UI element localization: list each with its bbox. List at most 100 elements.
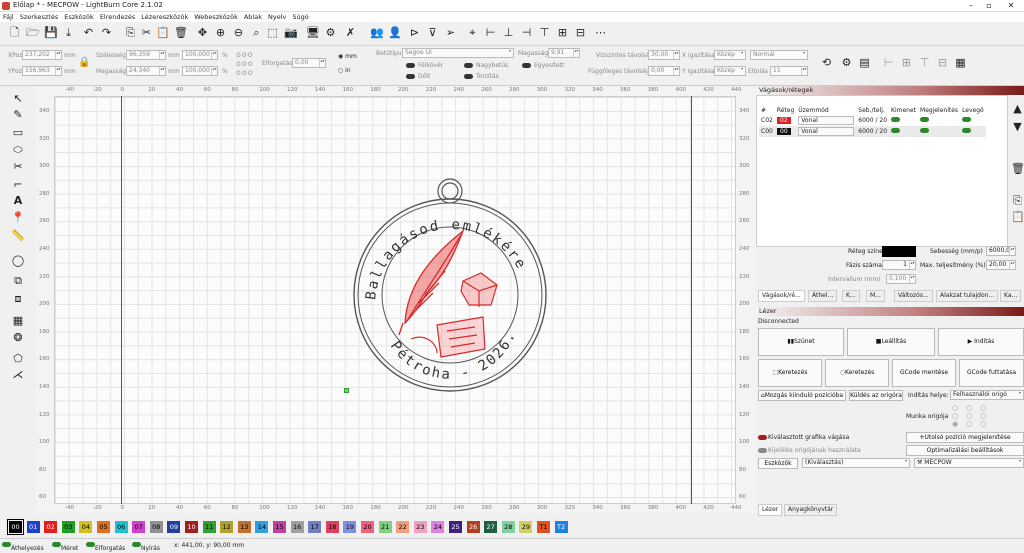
palette-swatch-06[interactable]: 06 — [114, 521, 128, 533]
offset-field[interactable]: 11 ▴▾ — [770, 66, 808, 76]
delete-icon[interactable]: 🗑 — [174, 26, 188, 39]
palette-swatch-28[interactable]: 28 — [501, 521, 515, 533]
flip-horizontal-icon[interactable]: ⊳ — [408, 26, 421, 39]
home-button[interactable]: ⌂Mozgás kiinduló pozícióba — [758, 390, 846, 401]
circular-array-icon[interactable]: ❂ — [11, 331, 25, 345]
palette-swatch-02[interactable]: 02 — [44, 521, 58, 533]
valign-select[interactable]: Közép ▾ — [714, 66, 746, 76]
menu-language[interactable]: Nyelv — [265, 12, 289, 22]
minimize-button[interactable]: – — [964, 1, 978, 10]
open-file-icon[interactable]: 🗁 — [26, 26, 40, 39]
output-toggle[interactable] — [891, 128, 901, 133]
palette-swatch-13[interactable]: 13 — [237, 521, 251, 533]
rotate-field[interactable]: 0,00 ▴▾ — [292, 58, 326, 68]
layer-swatch[interactable]: 02 — [776, 117, 791, 124]
palette-swatch-23[interactable]: 23 — [413, 521, 427, 533]
start-from-select[interactable]: Felhasználói origó ▾ — [950, 390, 1024, 400]
palette-swatch-08[interactable]: 08 — [149, 521, 163, 533]
move-up-icon[interactable]: ▲ — [1011, 102, 1024, 115]
height-field[interactable]: 24,340 ▴▾ — [126, 66, 166, 76]
bold-toggle[interactable] — [406, 63, 415, 68]
palette-swatch-10[interactable]: 10 — [185, 521, 198, 533]
monitor-icon[interactable]: 🖥 — [306, 26, 320, 39]
table-row[interactable]: C00 00 Vonal 6000 / 20 — [759, 126, 986, 137]
move-toggle[interactable]: Áthelyezés — [2, 542, 44, 552]
boolean-union-icon[interactable]: ⧉ — [11, 274, 25, 288]
offset-shape-icon[interactable]: ◯ — [11, 254, 25, 268]
zoom-selection-icon[interactable]: ⬚ — [266, 26, 279, 39]
align-top-icon[interactable]: ⊤ — [538, 26, 551, 39]
table-row[interactable]: C02 02 Vonal 6000 / 20 — [759, 115, 986, 126]
palette-swatch-T1[interactable]: T1 — [537, 521, 550, 533]
work-canvas[interactable]: Ballagásod emlékére Pétroha - 2026. — [54, 96, 736, 504]
weld-toggle[interactable] — [522, 63, 531, 68]
tab-shape-properties[interactable]: Alakzat tulajdon... — [936, 290, 999, 302]
palette-swatch-18[interactable]: 18 — [325, 521, 339, 533]
palette-swatch-03[interactable]: 03 — [61, 521, 75, 533]
unit-in-radio[interactable]: ○ in — [338, 67, 351, 74]
start-button[interactable]: ▶ Indítás — [938, 328, 1024, 356]
palette-swatch-04[interactable]: 04 — [79, 521, 93, 533]
palette-swatch-29[interactable]: 29 — [519, 521, 533, 533]
tab-cuts-layers[interactable]: Vágások/ré... — [758, 290, 805, 302]
tab-icon[interactable]: ⬠ — [11, 352, 25, 366]
palette-swatch-12[interactable]: 12 — [220, 521, 234, 533]
align-bottom-icon[interactable]: ⊟ — [574, 26, 587, 39]
undo-icon[interactable]: ↶ — [82, 26, 95, 39]
palette-swatch-11[interactable]: 11 — [202, 521, 216, 533]
palette-swatch-14[interactable]: 14 — [255, 521, 269, 533]
settings-icon[interactable]: ⚙ — [324, 26, 337, 39]
tab-variable-text[interactable]: Változós... — [894, 290, 933, 302]
caps-toggle[interactable] — [464, 63, 473, 68]
palette-swatch-09[interactable]: 09 — [167, 521, 181, 533]
text-style-select[interactable]: Normál ▾ — [750, 50, 808, 60]
palette-swatch-22[interactable]: 22 — [396, 521, 410, 533]
line-icon[interactable]: ⌐ — [11, 178, 25, 192]
mode-select[interactable]: Vonal — [798, 127, 855, 136]
font-select[interactable]: Segoe UI ▾ — [402, 48, 514, 58]
menu-file[interactable]: Fájl — [0, 12, 17, 22]
paste-icon[interactable]: 📋 — [156, 26, 170, 39]
copy-icon[interactable]: ⎘ — [124, 26, 137, 39]
speed-field[interactable]: 6000,0 ▴▾ — [986, 246, 1016, 256]
ungroup-icon[interactable]: 👤 — [388, 26, 402, 39]
align-hc-icon[interactable]: ⊞ — [900, 56, 913, 69]
select-tool-icon[interactable]: ↖ — [11, 92, 25, 106]
palette-swatch-27[interactable]: 27 — [484, 521, 498, 533]
frame-circle-button[interactable]: ◌Keretezés — [825, 359, 889, 387]
pause-button[interactable]: ▮▮Szünet — [758, 328, 844, 356]
move-icon[interactable]: ✥ — [196, 26, 209, 39]
layer-color-swatch[interactable] — [882, 246, 916, 257]
layer-icon[interactable]: ▤ — [858, 56, 871, 69]
palette-swatch-25[interactable]: 25 — [449, 521, 462, 533]
paste-layer-icon[interactable]: 📋 — [1011, 210, 1024, 223]
optimization-settings-button[interactable]: Optimalizálási beállítások — [906, 445, 1024, 456]
position-marker-icon[interactable]: 📍 — [11, 211, 25, 225]
output-toggle[interactable] — [891, 117, 901, 122]
save-icon[interactable]: 💾 — [44, 26, 58, 39]
scissors-icon[interactable]: ✂ — [11, 160, 25, 174]
palette-swatch-16[interactable]: 16 — [290, 521, 304, 533]
align-h-icon[interactable]: ⊢ — [882, 56, 895, 69]
trim-icon[interactable]: ⋌ — [11, 368, 25, 382]
align-right-icon[interactable]: ⊣ — [520, 26, 533, 39]
palette-swatch-15[interactable]: 15 — [273, 521, 286, 533]
scale-height-field[interactable]: 100,000 ▴▾ — [182, 66, 218, 76]
interval-field[interactable]: 0,100 ▴▾ — [886, 274, 916, 284]
new-file-icon[interactable]: 🗋 — [8, 26, 21, 39]
rotate-toggle[interactable]: Elforgatás — [86, 542, 125, 552]
palette-swatch-00[interactable]: 00 — [7, 519, 24, 535]
rectangle-icon[interactable]: ▭ — [11, 126, 25, 140]
size-toggle[interactable]: Méret — [52, 542, 78, 552]
tab-ka[interactable]: Ka... — [1000, 290, 1022, 302]
grid-icon[interactable]: ▦ — [954, 56, 967, 69]
unit-mm-radio[interactable]: ◉ mm — [338, 53, 357, 60]
palette-swatch-20[interactable]: 20 — [361, 521, 374, 533]
device-select[interactable]: ⚒ MECPOW ▾ — [914, 458, 1024, 468]
halign-select[interactable]: Közép ▾ — [714, 50, 746, 60]
zoom-in-icon[interactable]: ⊕ — [214, 26, 227, 39]
machine-icon[interactable]: ⚙ — [840, 56, 853, 69]
save-gcode-button[interactable]: GCode mentése — [892, 359, 956, 387]
text-tool-icon[interactable]: A — [11, 194, 25, 208]
hspace-field[interactable]: 30,00 ▴▾ — [648, 50, 680, 60]
